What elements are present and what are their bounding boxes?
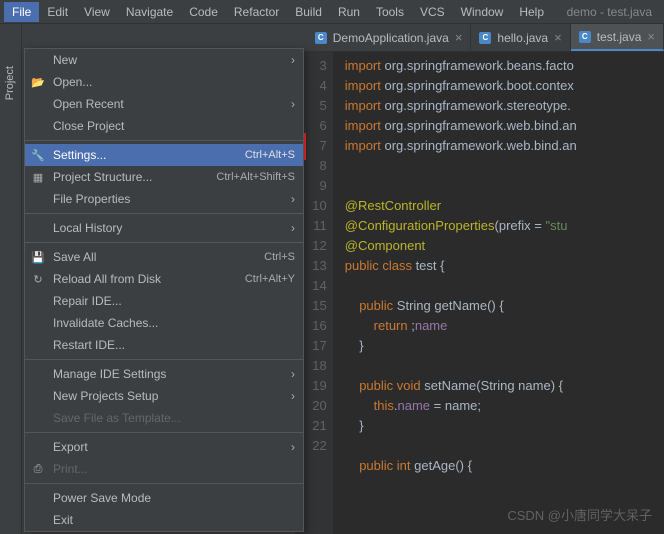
menu-label: Invalidate Caches... (53, 316, 158, 330)
menu-vcs[interactable]: VCS (412, 2, 453, 22)
menu-edit[interactable]: Edit (39, 2, 76, 22)
menu-label: New Projects Setup (53, 389, 158, 403)
menu-label: Restart IDE... (53, 338, 125, 352)
java-class-icon: C (579, 31, 591, 43)
chevron-right-icon: › (291, 53, 295, 67)
menu-code[interactable]: Code (181, 2, 226, 22)
menu-icon: 💾 (31, 250, 45, 264)
editor-tabs: CDemoApplication.java×Chello.java×Ctest.… (295, 24, 664, 52)
java-class-icon: C (315, 32, 327, 44)
menu-label: File Properties (53, 192, 130, 206)
shortcut: Ctrl+Alt+S (245, 149, 295, 161)
menu-item-close-project[interactable]: Close Project (25, 115, 303, 137)
menu-icon: ⎙ (31, 462, 45, 476)
tab-label: test.java (597, 30, 642, 44)
menu-label: Reload All from Disk (53, 272, 161, 286)
chevron-right-icon: › (291, 192, 295, 206)
menu-navigate[interactable]: Navigate (118, 2, 181, 22)
editor[interactable]: 345678910111213141516171819202122 import… (295, 52, 664, 534)
menu-item-save-file-as-template-: Save File as Template... (25, 407, 303, 429)
menu-label: New (53, 53, 77, 67)
menu-help[interactable]: Help (511, 2, 552, 22)
menu-item-open-recent[interactable]: Open Recent › (25, 93, 303, 115)
menu-item-invalidate-caches-[interactable]: Invalidate Caches... (25, 312, 303, 334)
file-menu-dropdown: New › 📂 Open... Open Recent › Close Project 🔧 Se… (24, 48, 304, 532)
menu-item-print-: ⎙ Print... (25, 458, 303, 480)
menu-item-reload-all-from-disk[interactable]: ↻ Reload All from Disk Ctrl+Alt+Y (25, 268, 303, 290)
menu-label: Repair IDE... (53, 294, 122, 308)
menu-label: Manage IDE Settings (53, 367, 166, 381)
menu-item-new-projects-setup[interactable]: New Projects Setup › (25, 385, 303, 407)
menubar: File Edit View Navigate Code Refactor Bu… (0, 0, 664, 24)
code-area[interactable]: import org.springframework.beans.factoim… (333, 52, 664, 534)
menu-label: Save File as Template... (53, 411, 181, 425)
editor-tab[interactable]: C DemoApplication.java × (307, 24, 472, 51)
menu-icon: 📂 (31, 75, 45, 89)
menu-item-save-all[interactable]: 💾 Save All Ctrl+S (25, 246, 303, 268)
menu-label: Open... (53, 75, 92, 89)
shortcut: Ctrl+Alt+Y (245, 273, 295, 285)
menu-file[interactable]: File (4, 2, 39, 22)
menu-label: Settings... (53, 148, 106, 162)
menu-label: Project Structure... (53, 170, 152, 184)
tab-label: hello.java (497, 31, 548, 45)
menu-label: Local History (53, 221, 122, 235)
menu-item-settings-[interactable]: 🔧 Settings... Ctrl+Alt+S (25, 144, 303, 166)
sidebar-project-label: Project (4, 60, 16, 106)
menu-item-exit[interactable]: Exit (25, 509, 303, 531)
menu-item-manage-ide-settings[interactable]: Manage IDE Settings › (25, 363, 303, 385)
menu-icon: 🔧 (31, 148, 45, 162)
menu-label: Power Save Mode (53, 491, 151, 505)
menu-refactor[interactable]: Refactor (226, 2, 287, 22)
java-class-icon: C (479, 32, 491, 44)
menu-window[interactable]: Window (453, 2, 512, 22)
close-icon[interactable]: × (554, 30, 562, 45)
menu-tools[interactable]: Tools (368, 2, 412, 22)
menu-label: Exit (53, 513, 73, 527)
menu-item-project-structure-[interactable]: ▦ Project Structure... Ctrl+Alt+Shift+S (25, 166, 303, 188)
tab-label: DemoApplication.java (333, 31, 449, 45)
editor-tab[interactable]: Chello.java × (471, 24, 570, 51)
menu-label: Save All (53, 250, 96, 264)
menu-item-file-properties[interactable]: File Properties › (25, 188, 303, 210)
menu-icon: ↻ (31, 272, 45, 286)
watermark: CSDN @小唐同学大呆子 (507, 505, 652, 524)
menu-label: Export (53, 440, 88, 454)
menu-item-open-[interactable]: 📂 Open... (25, 71, 303, 93)
menu-item-new[interactable]: New › (25, 49, 303, 71)
close-icon[interactable]: × (455, 30, 463, 45)
menu-label: Open Recent (53, 97, 124, 111)
menu-item-export[interactable]: Export › (25, 436, 303, 458)
menu-item-power-save-mode[interactable]: Power Save Mode (25, 487, 303, 509)
menu-build[interactable]: Build (287, 2, 330, 22)
editor-tab[interactable]: Ctest.java × (571, 24, 664, 51)
chevron-right-icon: › (291, 440, 295, 454)
menu-view[interactable]: View (76, 2, 118, 22)
menu-icon: ▦ (31, 170, 45, 184)
shortcut: Ctrl+S (264, 251, 295, 263)
chevron-right-icon: › (291, 97, 295, 111)
menu-item-local-history[interactable]: Local History › (25, 217, 303, 239)
menu-item-restart-ide-[interactable]: Restart IDE... (25, 334, 303, 356)
close-icon[interactable]: × (647, 29, 655, 44)
chevron-right-icon: › (291, 221, 295, 235)
sidebar-toolwindow[interactable]: Project (0, 24, 22, 534)
menu-label: Print... (53, 462, 88, 476)
shortcut: Ctrl+Alt+Shift+S (216, 171, 295, 183)
chevron-right-icon: › (291, 367, 295, 381)
window-title: demo - test.java (567, 5, 660, 19)
menu-run[interactable]: Run (330, 2, 368, 22)
menu-item-repair-ide-[interactable]: Repair IDE... (25, 290, 303, 312)
chevron-right-icon: › (291, 389, 295, 403)
menu-label: Close Project (53, 119, 124, 133)
